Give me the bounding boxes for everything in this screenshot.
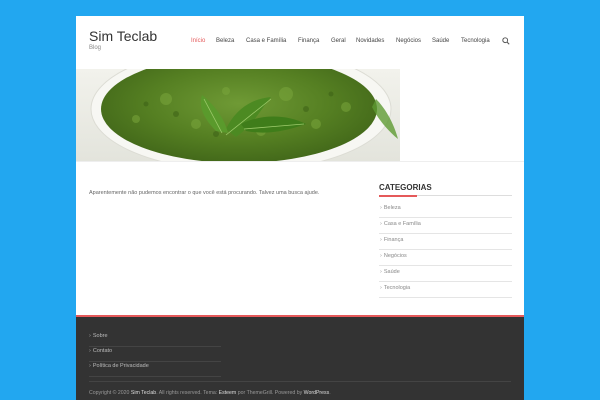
copyright-text: Copyright © 2020 Sim Teclab. All rights … [89,390,331,396]
nav-item-financa[interactable]: Finança [298,38,319,44]
category-label: Saúde [383,269,400,275]
search-icon[interactable] [502,37,510,45]
chevron-right-icon: › [380,205,382,211]
category-item-beleza[interactable]: › Beleza [379,202,512,218]
footer-link-politica-de-privacidade[interactable]: › Política de Privacidade [89,362,221,377]
footer-divider [89,381,511,382]
nav-item-novidades[interactable]: Novidades [356,38,384,44]
categories-widget: CATEGORIAS › Beleza › Casa e Família › Fina… [379,183,512,298]
site-header: Sim Teclab Blog Início Beleza Casa e Fam… [76,16,524,69]
theme-by-text: por ThemeGrill. Powered by [237,390,303,396]
nav-item-inicio[interactable]: Início [191,38,205,44]
nav-item-saude[interactable]: Saúde [432,38,449,44]
chevron-right-icon: › [89,348,91,354]
nav-item-tecnologia[interactable]: Tecnologia [461,38,490,44]
category-item-financa[interactable]: › Finança [379,234,512,250]
category-item-casa-e-familia[interactable]: › Casa e Família [379,218,512,234]
chevron-right-icon: › [380,221,382,227]
category-label: Casa e Família [383,221,421,227]
category-label: Beleza [383,205,401,211]
category-item-tecnologia[interactable]: › Tecnologia [379,282,512,298]
site-title[interactable]: Sim Teclab [89,28,157,44]
category-label: Negócios [383,253,407,259]
nav-item-geral[interactable]: Geral [331,38,346,44]
page-container: Sim Teclab Blog Início Beleza Casa e Fam… [76,16,524,400]
site-description: Blog [89,45,102,51]
theme-link[interactable]: Esteem [219,390,237,396]
copyright-end: . [329,390,331,396]
footer-link-label: Sobre [92,333,108,339]
copyright-site-link[interactable]: Sim Teclab [131,390,156,396]
footer-link-label: Contato [92,348,113,354]
footer-link-contato[interactable]: › Contato [89,347,221,362]
copyright-prefix: Copyright © 2020 [89,390,130,396]
category-list: › Beleza › Casa e Família › Finança › Negóci… [379,202,512,298]
footer-accent-line [76,315,524,317]
nav-item-beleza[interactable]: Beleza [216,38,234,44]
copyright-rights: . All rights reserved. Tema: [156,390,218,396]
nav-item-casa-e-familia[interactable]: Casa e Família [246,38,286,44]
not-found-message: Aparentemente não pudemos encontrar o qu… [89,190,320,196]
nav-item-negocios[interactable]: Negócios [396,38,421,44]
header-divider [76,161,524,162]
category-item-negocios[interactable]: › Negócios [379,250,512,266]
chevron-right-icon: › [380,269,382,275]
chevron-right-icon: › [89,363,91,369]
widget-title: CATEGORIAS [379,183,432,192]
widget-underline-accent [379,195,417,197]
category-item-saude[interactable]: › Saúde [379,266,512,282]
category-label: Tecnologia [383,285,411,291]
footer-link-label: Política de Privacidade [92,363,149,369]
footer-link-sobre[interactable]: › Sobre [89,332,221,347]
chevron-right-icon: › [380,237,382,243]
chevron-right-icon: › [380,285,382,291]
chevron-right-icon: › [380,253,382,259]
footer-links: › Sobre › Contato › Política de Privacidade [89,332,221,377]
category-label: Finança [383,237,404,243]
header-banner-image [76,69,400,161]
chevron-right-icon: › [89,333,91,339]
site-footer: › Sobre › Contato › Política de Privacidade… [76,315,524,400]
wordpress-link[interactable]: WordPress [304,390,330,396]
